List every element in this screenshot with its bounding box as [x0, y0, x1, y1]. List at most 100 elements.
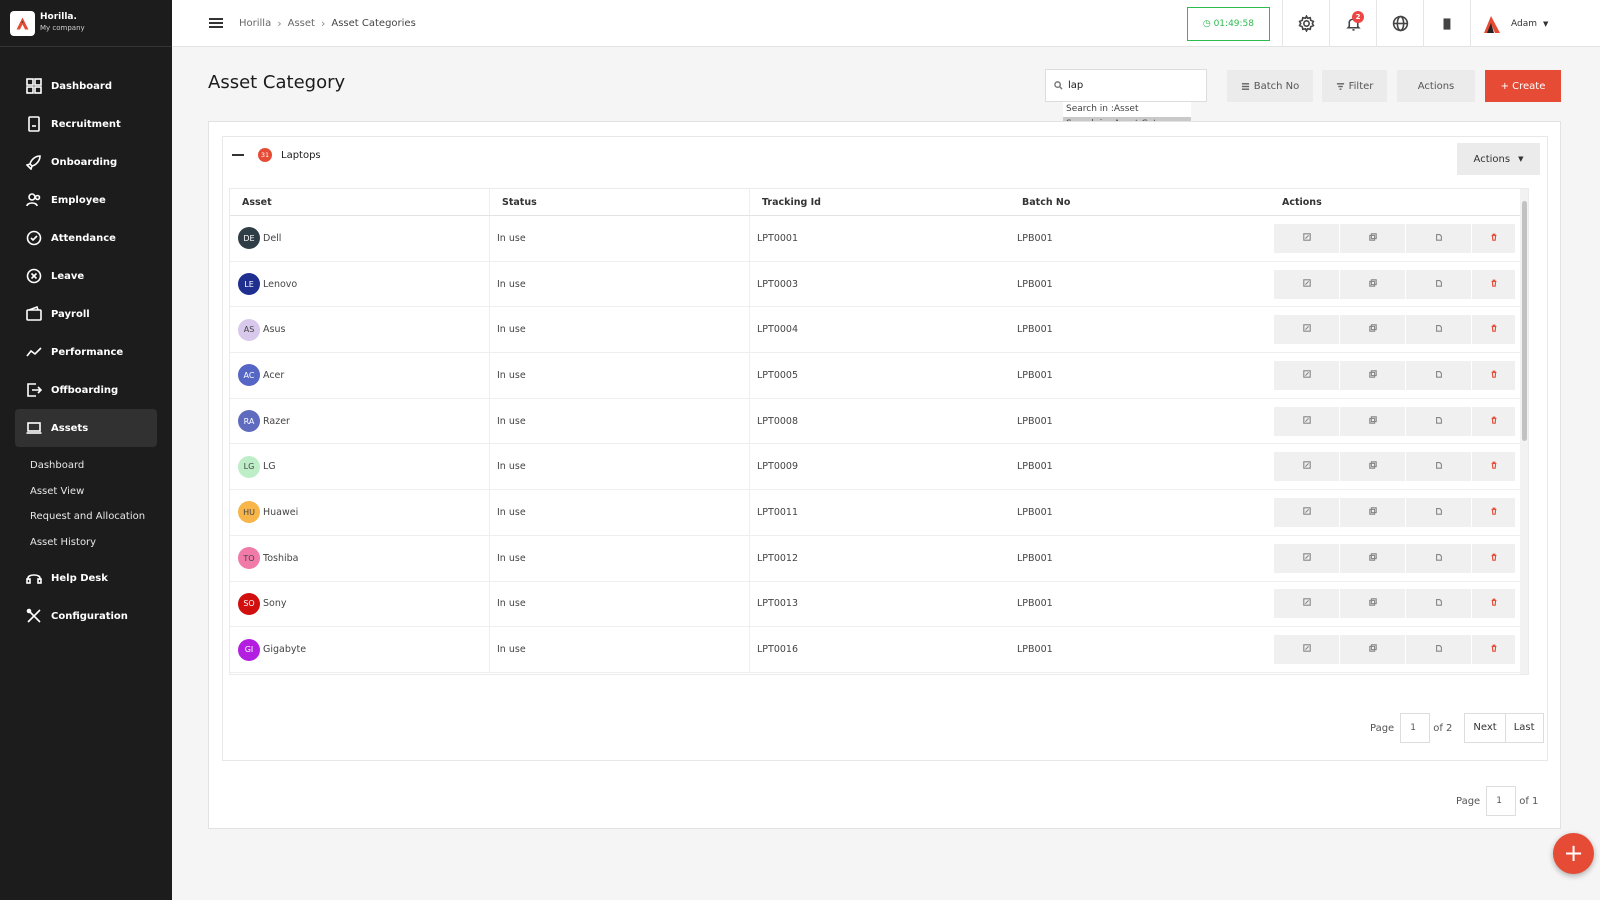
table-row[interactable]: LE Lenovo In use LPT0003 LPB001: [230, 261, 1528, 308]
search-option-asset[interactable]: Search in :Asset: [1063, 102, 1191, 117]
duplicate-button[interactable]: [1406, 315, 1472, 345]
scrollbar[interactable]: [1520, 189, 1528, 674]
breadcrumb-item-asset[interactable]: Asset: [288, 18, 315, 29]
edit-button[interactable]: [1274, 589, 1340, 619]
delete-button[interactable]: [1472, 543, 1516, 573]
copy-button[interactable]: [1340, 452, 1406, 482]
sidebar-item-leave[interactable]: Leave: [0, 257, 157, 295]
sidebar-item-employee[interactable]: Employee: [0, 181, 157, 219]
table-row[interactable]: AC Acer In use LPT0005 LPB001: [230, 353, 1528, 399]
delete-button[interactable]: [1472, 635, 1516, 665]
company-switch-button[interactable]: [1423, 0, 1470, 47]
edit-button[interactable]: [1274, 223, 1340, 253]
delete-button[interactable]: [1472, 360, 1516, 390]
sidebar-item-offboarding[interactable]: Offboarding: [0, 371, 157, 409]
duplicate-button[interactable]: [1406, 543, 1472, 573]
copy-button[interactable]: [1340, 360, 1406, 390]
copy-button[interactable]: [1340, 315, 1406, 345]
sidebar-item-onboarding[interactable]: Onboarding: [0, 143, 157, 181]
copy-button[interactable]: [1340, 635, 1406, 665]
last-page-button[interactable]: Last: [1505, 713, 1544, 743]
sidebar-item-attendance[interactable]: Attendance: [0, 219, 157, 257]
delete-button[interactable]: [1472, 223, 1516, 253]
sidebar-item-payroll[interactable]: Payroll: [0, 295, 157, 333]
edit-button[interactable]: [1274, 406, 1340, 436]
quick-add-button[interactable]: +: [1553, 833, 1594, 874]
copy-button[interactable]: [1340, 406, 1406, 436]
duplicate-button[interactable]: [1406, 406, 1472, 436]
submenu-item-request-allocation[interactable]: Request and Allocation: [30, 504, 172, 530]
sidebar-item-help-desk[interactable]: Help Desk: [0, 559, 157, 597]
delete-button[interactable]: [1472, 452, 1516, 482]
delete-button[interactable]: [1472, 589, 1516, 619]
edit-button[interactable]: [1274, 269, 1340, 299]
sidebar-item-performance[interactable]: Performance: [0, 333, 157, 371]
duplicate-button[interactable]: [1406, 635, 1472, 665]
search-input[interactable]: lap: [1045, 69, 1207, 102]
table-row[interactable]: DE Dell In use LPT0001 LPB001: [230, 216, 1528, 262]
notifications-button[interactable]: 2: [1329, 0, 1376, 47]
duplicate-button[interactable]: [1406, 223, 1472, 253]
delete-button[interactable]: [1472, 269, 1516, 299]
copy-icon: [1368, 644, 1377, 655]
language-button[interactable]: [1376, 0, 1423, 47]
duplicate-button[interactable]: [1406, 269, 1472, 299]
sidebar-item-configuration[interactable]: Configuration: [0, 597, 157, 635]
sidebar-item-label: Offboarding: [51, 384, 119, 396]
batch-no-button[interactable]: Batch No: [1227, 70, 1313, 102]
page-number-input[interactable]: 1: [1400, 713, 1431, 743]
edit-button[interactable]: [1274, 452, 1340, 482]
delete-button[interactable]: [1472, 406, 1516, 436]
category-name: Laptops: [281, 149, 321, 161]
table-row[interactable]: RA Razer In use LPT0008 LPB001: [230, 398, 1528, 445]
duplicate-button[interactable]: [1406, 589, 1472, 619]
submenu-item-asset-history[interactable]: Asset History: [30, 530, 172, 556]
sidebar-item-dashboard[interactable]: Dashboard: [0, 67, 157, 105]
user-menu[interactable]: Adam ▼: [1470, 0, 1600, 47]
edit-icon: [1302, 461, 1311, 472]
submenu-item-dashboard[interactable]: Dashboard: [30, 453, 172, 479]
group-actions-button[interactable]: Actions ▼: [1457, 143, 1540, 175]
sidebar-item-recruitment[interactable]: Recruitment: [0, 105, 157, 143]
copy-button[interactable]: [1340, 543, 1406, 573]
scrollbar-thumb[interactable]: [1522, 201, 1527, 441]
edit-button[interactable]: [1274, 635, 1340, 665]
edit-button[interactable]: [1274, 497, 1340, 527]
collapse-icon[interactable]: [232, 154, 244, 156]
table-row[interactable]: GI Gigabyte In use LPT0016 LPB001: [230, 627, 1528, 673]
actions-label: Actions: [1417, 80, 1455, 92]
filter-button[interactable]: Filter: [1322, 70, 1387, 102]
table-row[interactable]: TO Toshiba In use LPT0012 LPB001: [230, 535, 1528, 582]
edit-button[interactable]: [1274, 360, 1340, 390]
edit-button[interactable]: [1274, 315, 1340, 345]
table-row[interactable]: LG LG In use LPT0009 LPB001: [230, 444, 1528, 491]
settings-button[interactable]: [1282, 0, 1329, 47]
menu-toggle-icon[interactable]: [209, 18, 223, 28]
delete-button[interactable]: [1472, 315, 1516, 345]
page-number-input[interactable]: 1: [1486, 786, 1517, 816]
cell-actions: [1270, 353, 1525, 398]
edit-button[interactable]: [1274, 543, 1340, 573]
copy-button[interactable]: [1340, 223, 1406, 253]
copy-button[interactable]: [1340, 269, 1406, 299]
create-button[interactable]: + Create: [1485, 70, 1561, 102]
table-row[interactable]: HU Huawei In use LPT0011 LPB001: [230, 490, 1528, 536]
delete-button[interactable]: [1472, 497, 1516, 527]
duplicate-button[interactable]: [1406, 497, 1472, 527]
copy-button[interactable]: [1340, 497, 1406, 527]
user-name: Adam: [1511, 18, 1537, 29]
actions-button[interactable]: Actions: [1397, 70, 1475, 102]
category-group-header[interactable]: 31 Laptops: [232, 148, 321, 162]
copy-button[interactable]: [1340, 589, 1406, 619]
duplicate-button[interactable]: [1406, 360, 1472, 390]
brand[interactable]: Horilla. My company: [0, 0, 172, 47]
table-row[interactable]: AS Asus In use LPT0004 LPB001: [230, 307, 1528, 354]
table-row[interactable]: SO Sony In use LPT0013 LPB001: [230, 581, 1528, 628]
sidebar-item-assets[interactable]: Assets: [15, 409, 157, 447]
next-page-button[interactable]: Next: [1464, 713, 1506, 743]
edit-icon: [1302, 324, 1311, 335]
submenu-item-asset-view[interactable]: Asset View: [30, 479, 172, 505]
breadcrumb-item-horilla[interactable]: Horilla: [239, 18, 271, 29]
duplicate-button[interactable]: [1406, 452, 1472, 482]
attendance-clock-button[interactable]: ◷ 01:49:58: [1186, 6, 1270, 41]
